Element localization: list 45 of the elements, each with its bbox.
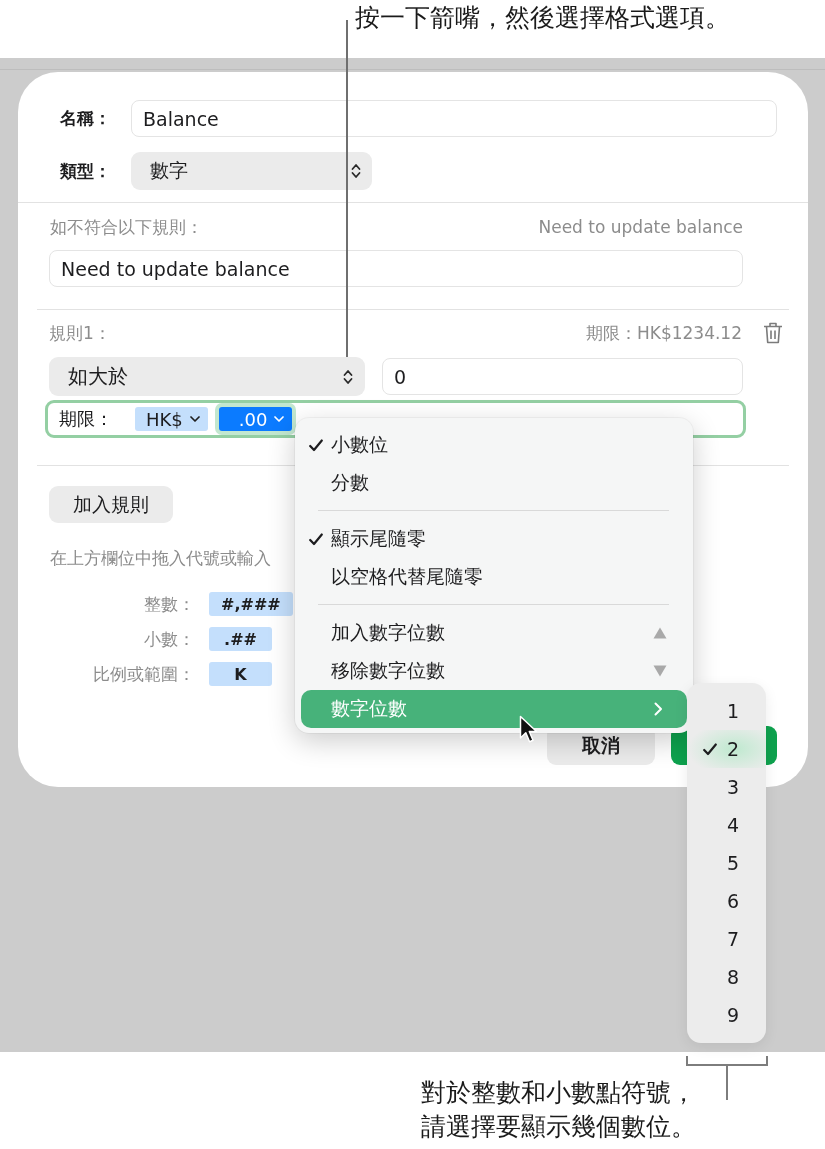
chevron-right-icon: [654, 702, 663, 716]
format-token[interactable]: #,###: [209, 592, 293, 616]
field-label: 類型：: [60, 159, 112, 183]
format-token[interactable]: HK$: [135, 407, 208, 431]
down-triangle-icon: [653, 665, 667, 677]
rule-preview: 期限：HK$1234.12: [585, 321, 742, 345]
menu-item[interactable]: 顯示尾隨零: [301, 520, 687, 558]
rule-label: 規則1：: [49, 321, 111, 345]
up-triangle-icon: [653, 627, 667, 639]
submenu-item[interactable]: 5: [687, 844, 766, 882]
message-field[interactable]: Need to update balance: [49, 250, 743, 287]
menu-item[interactable]: 分數: [301, 464, 687, 502]
chevron-updown-icon: [343, 368, 353, 385]
chevron-down-icon: [274, 416, 285, 422]
submenu-item[interactable]: 4: [687, 806, 766, 844]
submenu-item[interactable]: 2: [687, 730, 766, 768]
hint-text: 在上方欄位中拖入代號或輸入: [49, 547, 271, 569]
field-label: 名稱：: [60, 107, 112, 130]
menu-item[interactable]: 加入數字位數: [301, 614, 687, 652]
format-token[interactable]: .##: [209, 627, 272, 651]
condition-popup[interactable]: 如大於: [49, 357, 365, 396]
add-rule-button[interactable]: 加入規則: [49, 486, 173, 523]
format-label: 期限：: [59, 407, 114, 431]
chevron-updown-icon: [351, 163, 361, 179]
submenu-item[interactable]: 7: [687, 920, 766, 958]
token-label: 比例或範圍：: [93, 662, 195, 686]
submenu-item[interactable]: 9: [687, 996, 766, 1034]
value-field[interactable]: 0: [382, 358, 743, 395]
name-field[interactable]: Balance: [131, 100, 777, 137]
submenu-item[interactable]: 1: [687, 692, 766, 730]
menu-item[interactable]: 以空格代替尾隨零: [301, 558, 687, 596]
callout-text: 對於整數和小數點符號， 請選擇要顯示幾個數位。: [421, 1077, 696, 1143]
preview-text: Need to update balance: [538, 217, 743, 237]
submenu-item[interactable]: 8: [687, 958, 766, 996]
trash-icon[interactable]: [763, 322, 783, 344]
submenu-item[interactable]: 6: [687, 882, 766, 920]
token-label: 整數：: [144, 592, 195, 616]
callout-text: 按一下箭嘴，然後選擇格式選項。: [355, 2, 730, 34]
type-popup[interactable]: 數字: [131, 152, 372, 190]
chevron-down-icon: [189, 416, 200, 422]
section-label: 如不符合以下規則：: [50, 215, 203, 239]
submenu-item[interactable]: 3: [687, 768, 766, 806]
menu-item[interactable]: 移除數字位數: [301, 652, 687, 690]
token-label: 小數：: [144, 627, 195, 651]
format-token[interactable]: K: [209, 662, 272, 686]
